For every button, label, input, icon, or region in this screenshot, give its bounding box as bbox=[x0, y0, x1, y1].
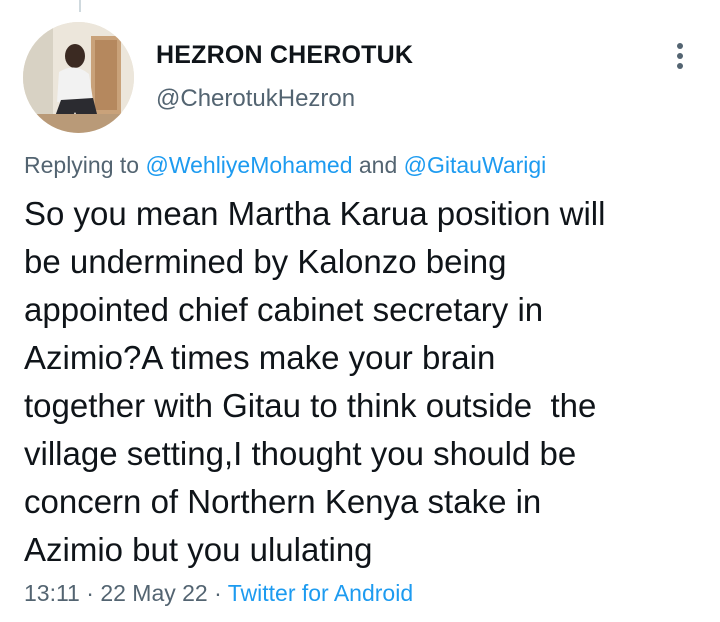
tweet-text-line: village setting,I thought you should be bbox=[24, 435, 577, 472]
tweet-text-line: So you mean Martha Karua position will bbox=[24, 195, 606, 232]
display-name[interactable]: HEZRON CHEROTUK bbox=[156, 41, 413, 70]
thread-connector-line bbox=[79, 0, 81, 12]
tweet-text: So you mean Martha Karua position will b… bbox=[24, 190, 704, 574]
avatar[interactable] bbox=[23, 22, 134, 133]
tweet-text-line: Azimio?A times make your brain bbox=[24, 339, 496, 376]
replying-to-label: Replying to bbox=[24, 152, 146, 178]
tweet-time[interactable]: 13:11 bbox=[24, 580, 80, 606]
more-options-button[interactable] bbox=[660, 36, 700, 76]
meta-separator: · bbox=[79, 580, 101, 606]
meta-separator: · bbox=[207, 580, 228, 606]
user-handle[interactable]: @CherotukHezron bbox=[156, 85, 355, 113]
replying-to-and: and bbox=[352, 152, 404, 178]
tweet-text-line: concern of Northern Kenya stake in bbox=[24, 483, 542, 520]
tweet-text-line: together with Gitau to think outside the bbox=[24, 387, 597, 424]
tweet-text-line: Azimio but you ululating bbox=[24, 531, 373, 568]
profile-photo bbox=[23, 22, 134, 133]
tweet-source-link[interactable]: Twitter for Android bbox=[228, 580, 413, 606]
tweet-text-line: appointed chief cabinet secretary in bbox=[24, 291, 544, 328]
reply-mention-link[interactable]: @GitauWarigi bbox=[404, 152, 547, 178]
tweet-date[interactable]: 22 May 22 bbox=[100, 580, 207, 606]
tweet-text-line: be undermined by Kalonzo being bbox=[24, 243, 507, 280]
reply-mention-link[interactable]: @WehliyeMohamed bbox=[145, 152, 352, 178]
more-vertical-icon bbox=[677, 41, 683, 71]
replying-to-line: Replying to @WehliyeMohamed and @GitauWa… bbox=[24, 152, 546, 179]
tweet-meta: 13:11 · 22 May 22 · Twitter for Android bbox=[24, 580, 413, 607]
